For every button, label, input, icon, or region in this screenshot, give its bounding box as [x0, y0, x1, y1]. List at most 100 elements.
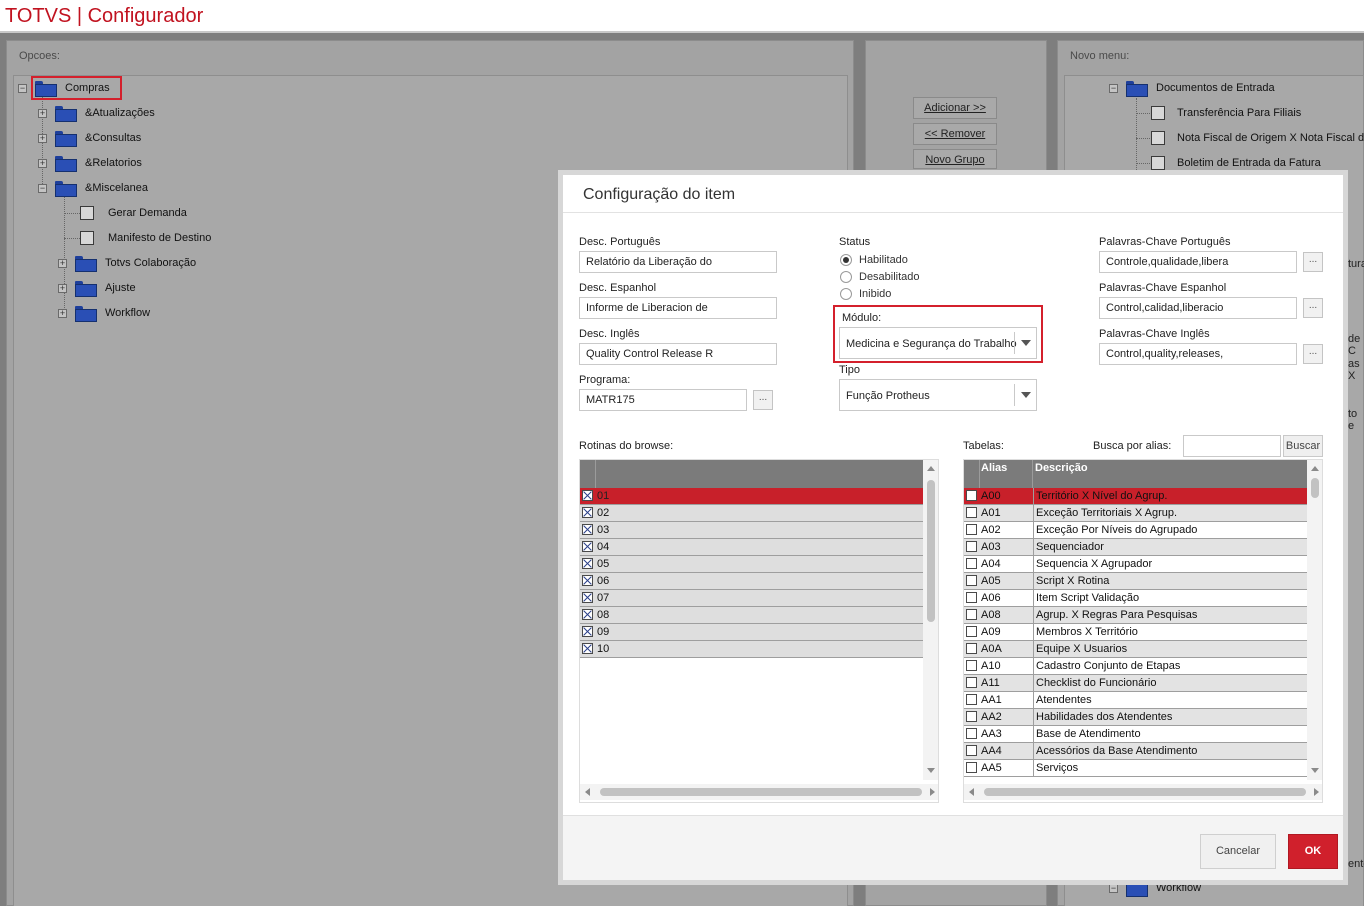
tree-node-manifesto[interactable]: Manifesto de Destino: [80, 228, 211, 248]
tipo-select[interactable]: Função Protheus: [839, 379, 1037, 411]
menu-node-documentos-entrada[interactable]: − Documentos de Entrada: [1109, 78, 1275, 98]
search-button[interactable]: Buscar: [1283, 435, 1323, 457]
scroll-right-icon[interactable]: [1314, 788, 1319, 796]
expand-icon[interactable]: +: [58, 258, 67, 268]
programa-field[interactable]: MATR175: [579, 389, 747, 411]
collapse-icon[interactable]: −: [1109, 83, 1118, 93]
table-row[interactable]: AA1 Atendentes: [964, 692, 1307, 709]
checkbox-icon[interactable]: [966, 490, 977, 501]
checkbox-checked-icon[interactable]: [582, 507, 593, 518]
chevron-down-icon[interactable]: [1014, 384, 1036, 406]
menu-node-transferencia[interactable]: Transferência Para Filiais: [1151, 103, 1301, 123]
kw-pt-lookup-button[interactable]: ...: [1303, 252, 1323, 272]
rotinas-vertical-scrollbar[interactable]: [923, 460, 938, 780]
checkbox-icon[interactable]: [966, 745, 977, 756]
table-row[interactable]: 07: [580, 590, 923, 607]
programa-lookup-button[interactable]: ...: [753, 390, 773, 410]
checkbox-checked-icon[interactable]: [582, 541, 593, 552]
menu-node-nota-fiscal[interactable]: Nota Fiscal de Origem X Nota Fiscal de: [1151, 128, 1364, 148]
add-button[interactable]: Adicionar >>: [913, 97, 997, 119]
table-row[interactable]: A06 Item Script Validação: [964, 590, 1307, 607]
column-header-descricao[interactable]: Descrição: [1035, 462, 1088, 474]
table-row[interactable]: A02 Exceção Por Níveis do Agrupado: [964, 522, 1307, 539]
desc-es-field[interactable]: Informe de Liberacion de: [579, 297, 777, 319]
checkbox-checked-icon[interactable]: [582, 609, 593, 620]
table-row[interactable]: A08 Agrup. X Regras Para Pesquisas: [964, 607, 1307, 624]
checkbox-checked-icon[interactable]: [582, 643, 593, 654]
kw-es-field[interactable]: Control,calidad,liberacio: [1099, 297, 1297, 319]
checkbox-icon[interactable]: [966, 694, 977, 705]
checkbox-icon[interactable]: [966, 575, 977, 586]
expand-icon[interactable]: +: [58, 308, 67, 318]
scroll-left-icon[interactable]: [585, 788, 590, 796]
checkbox-icon[interactable]: [966, 592, 977, 603]
tabelas-vertical-scrollbar[interactable]: [1307, 460, 1322, 780]
scrollbar-thumb[interactable]: [984, 788, 1306, 796]
status-desabilitado-radio[interactable]: Desabilitado: [840, 271, 920, 283]
tree-node-totvs-colaboracao[interactable]: + Totvs Colaboração: [58, 253, 196, 273]
tree-node-consultas[interactable]: + &Consultas: [38, 128, 141, 148]
collapse-icon[interactable]: −: [18, 83, 27, 93]
expand-icon[interactable]: +: [58, 283, 67, 293]
checkbox-checked-icon[interactable]: [582, 575, 593, 586]
table-row[interactable]: 01: [580, 488, 923, 505]
scroll-right-icon[interactable]: [930, 788, 935, 796]
tree-node-gerar-demanda[interactable]: Gerar Demanda: [80, 203, 187, 223]
table-row[interactable]: AA5 Serviços: [964, 760, 1307, 777]
tabelas-horizontal-scrollbar[interactable]: [964, 784, 1322, 800]
status-habilitado-radio[interactable]: Habilitado: [840, 254, 908, 266]
checkbox-checked-icon[interactable]: [582, 626, 593, 637]
rotinas-horizontal-scrollbar[interactable]: [580, 784, 938, 800]
checkbox-icon[interactable]: [966, 711, 977, 722]
scroll-down-icon[interactable]: [927, 768, 935, 773]
expand-icon[interactable]: +: [38, 108, 47, 118]
remove-button[interactable]: << Remover: [913, 123, 997, 145]
table-row[interactable]: AA3 Base de Atendimento: [964, 726, 1307, 743]
checkbox-icon[interactable]: [966, 558, 977, 569]
table-row[interactable]: A01 Exceção Territoriais X Agrup.: [964, 505, 1307, 522]
desc-pt-field[interactable]: Relatório da Liberação do: [579, 251, 777, 273]
scrollbar-thumb[interactable]: [600, 788, 922, 796]
table-row[interactable]: A05 Script X Rotina: [964, 573, 1307, 590]
checkbox-icon[interactable]: [966, 677, 977, 688]
kw-es-lookup-button[interactable]: ...: [1303, 298, 1323, 318]
checkbox-icon[interactable]: [966, 728, 977, 739]
collapse-icon[interactable]: −: [38, 183, 47, 193]
table-row[interactable]: 08: [580, 607, 923, 624]
table-row[interactable]: 10: [580, 641, 923, 658]
scrollbar-thumb[interactable]: [1311, 478, 1319, 498]
checkbox-icon[interactable]: [966, 507, 977, 518]
status-inibido-radio[interactable]: Inibido: [840, 288, 891, 300]
scroll-left-icon[interactable]: [969, 788, 974, 796]
scroll-up-icon[interactable]: [927, 466, 935, 471]
scroll-down-icon[interactable]: [1311, 768, 1319, 773]
table-row[interactable]: 05: [580, 556, 923, 573]
column-header-alias[interactable]: Alias: [981, 462, 1007, 474]
table-row[interactable]: A00 Território X Nível do Agrup.: [964, 488, 1307, 505]
search-alias-input[interactable]: [1183, 435, 1281, 457]
tree-node-miscelanea[interactable]: − &Miscelanea: [38, 178, 148, 198]
table-row[interactable]: 09: [580, 624, 923, 641]
scroll-up-icon[interactable]: [1311, 466, 1319, 471]
expand-icon[interactable]: +: [38, 133, 47, 143]
checkbox-icon[interactable]: [966, 762, 977, 773]
checkbox-checked-icon[interactable]: [582, 558, 593, 569]
checkbox-icon[interactable]: [966, 660, 977, 671]
table-row[interactable]: A11 Checklist do Funcionário: [964, 675, 1307, 692]
expand-icon[interactable]: +: [38, 158, 47, 168]
table-row[interactable]: 02: [580, 505, 923, 522]
kw-en-field[interactable]: Control,quality,releases,: [1099, 343, 1297, 365]
checkbox-checked-icon[interactable]: [582, 592, 593, 603]
checkbox-checked-icon[interactable]: [582, 490, 593, 501]
table-row[interactable]: A03 Sequenciador: [964, 539, 1307, 556]
checkbox-checked-icon[interactable]: [582, 524, 593, 535]
table-row[interactable]: 03: [580, 522, 923, 539]
cancel-button[interactable]: Cancelar: [1200, 834, 1276, 869]
table-row[interactable]: AA4 Acessórios da Base Atendimento: [964, 743, 1307, 760]
checkbox-icon[interactable]: [966, 609, 977, 620]
table-row[interactable]: A0A Equipe X Usuarios: [964, 641, 1307, 658]
checkbox-icon[interactable]: [966, 643, 977, 654]
new-group-button[interactable]: Novo Grupo: [913, 149, 997, 169]
tree-node-relatorios[interactable]: + &Relatorios: [38, 153, 142, 173]
table-row[interactable]: AA2 Habilidades dos Atendentes: [964, 709, 1307, 726]
